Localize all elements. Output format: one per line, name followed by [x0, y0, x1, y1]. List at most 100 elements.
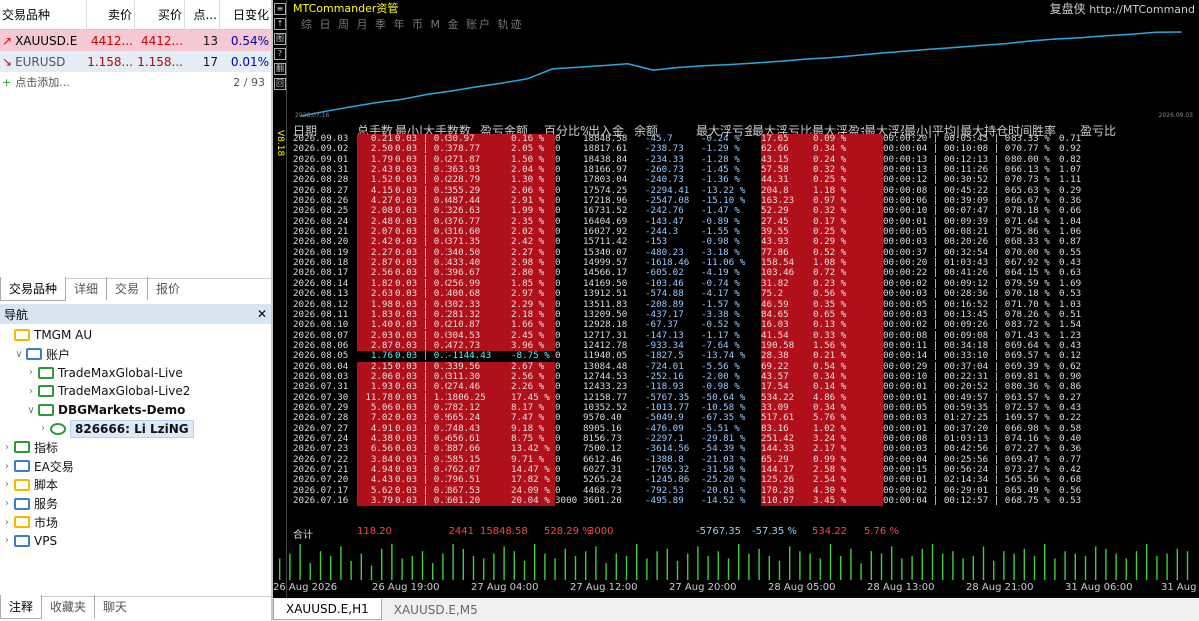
navigator-item[interactable]: › 服务 — [0, 494, 271, 513]
stats-cell: 8905.16 — [583, 423, 622, 434]
expand-arrow-icon[interactable]: › — [0, 498, 14, 509]
tab-symbols[interactable]: 交易品种 — [0, 276, 67, 301]
expand-arrow-icon[interactable]: › — [36, 423, 50, 434]
navigator-item[interactable]: › 指标 — [0, 438, 271, 457]
toolbar-button[interactable]: 图 — [274, 33, 286, 45]
tab-common[interactable]: 注释 — [0, 594, 43, 619]
market-watch-row[interactable]: ↗ XAUUSD.E 4412... 4412... 13 0.54% — [0, 30, 271, 51]
tab-trading[interactable]: 交易 — [107, 277, 149, 300]
stats-cell: 2.04 % — [511, 165, 555, 176]
market-watch-tabs: 交易品种 详细 交易 报价 — [0, 276, 271, 301]
toolbar-button[interactable]: ? — [274, 48, 286, 60]
stats-cell: 363.93 — [447, 165, 511, 176]
navigator-item[interactable]: › 脚本 — [0, 476, 271, 495]
volume-bar — [942, 553, 944, 580]
col-change-header[interactable]: 日变化 — [220, 0, 271, 29]
stats-cell: 0.52 % — [813, 247, 883, 259]
stats-cell: 2.98 % — [511, 258, 555, 269]
volume-bar — [789, 546, 791, 580]
tab-favorites[interactable]: 收藏夹 — [42, 595, 96, 618]
col-bid-header[interactable]: 卖价 — [87, 0, 135, 29]
toolbar-button[interactable]: 回 — [274, 78, 286, 90]
stats-cell: 340.50 — [447, 247, 511, 259]
stats-cell: 0 — [555, 371, 561, 382]
stats-cell: 75.2 — [761, 289, 813, 300]
stats-cell: 0.36 — [1059, 196, 1082, 207]
expand-arrow-icon[interactable]: › — [0, 442, 14, 453]
close-icon[interactable]: ✕ — [257, 307, 267, 321]
stats-cell: 2.15 — [357, 361, 395, 372]
navigator-item[interactable]: TMGM AU — [0, 326, 271, 345]
navigator-item[interactable]: ∨ 账户 — [0, 345, 271, 364]
chart-tab-m5[interactable]: XAUUSD.E,M5 — [382, 600, 490, 620]
volume-bar — [850, 548, 852, 580]
stats-cell: -208.89 — [645, 299, 684, 310]
toolbar-button[interactable]: ≡ — [274, 3, 286, 15]
tab-details[interactable]: 详细 — [66, 277, 108, 300]
stats-row: 2026.07.21 4.940.03 | 0.41 | 101762.0714.… — [293, 465, 1199, 476]
stats-cell: -933.34 — [645, 340, 684, 351]
navigator-item[interactable]: › 826666: Li LziNG — [0, 419, 271, 438]
expand-arrow-icon[interactable]: ∨ — [24, 405, 38, 416]
stats-cell: -67.37 — [645, 320, 679, 331]
expand-arrow-icon[interactable]: › — [0, 535, 14, 546]
navigator-item[interactable]: › TradeMaxGlobal-Live2 — [0, 382, 271, 401]
stats-cell: 2026.07.29 — [293, 402, 349, 413]
stats-cell: 0.68 — [1059, 475, 1082, 486]
expand-arrow-icon[interactable]: › — [0, 479, 14, 490]
equity-point — [576, 66, 579, 69]
expand-arrow-icon[interactable]: › — [24, 386, 38, 397]
navigator-item[interactable]: › EA交易 — [0, 457, 271, 476]
expand-arrow-icon[interactable]: › — [0, 517, 14, 528]
volume-bar — [1135, 551, 1138, 580]
stats-cell: 0 — [555, 309, 561, 320]
toolbar-button[interactable]: 翻 — [274, 63, 286, 75]
stats-cell: 17803.04 — [583, 175, 628, 186]
indicator-icon — [14, 441, 30, 454]
stats-cell: 71.64 % — [1011, 216, 1050, 227]
volume-bar — [891, 546, 893, 580]
stats-cell: 71.70 % — [1011, 299, 1050, 310]
navigator-item[interactable]: › 市场 — [0, 513, 271, 532]
toolbar-button[interactable]: ↑ — [274, 18, 286, 30]
market-watch-row[interactable]: ↘ EURUSD 1.158... 1.158... 17 0.01% — [0, 51, 271, 72]
stats-cell: 2026.08.28 — [293, 175, 349, 186]
stats-cell: 2.50 — [357, 144, 395, 155]
stats-cell: 2026.08.06 — [293, 340, 349, 351]
stats-cell: 0.03 | 0.24 | 113 — [395, 402, 447, 414]
stats-cell: 0.03 | 0.54 | 64 — [395, 185, 447, 197]
stats-cell: -605.02 — [645, 268, 684, 279]
add-symbol-row[interactable]: + 点击添加... 2 / 93 — [0, 72, 271, 92]
stats-cell: 0.35 % — [813, 299, 883, 310]
stats-cell: 83.72 % — [1011, 320, 1050, 331]
navigator-item[interactable]: › VPS — [0, 532, 271, 551]
stats-cell: 00:00:22 | 00:41:26 | 02:44:36 — [883, 268, 1011, 279]
stats-cell: 0 — [555, 423, 561, 434]
chart-tab-h1[interactable]: XAUUSD.E,H1 — [273, 599, 382, 620]
expand-arrow-icon[interactable]: › — [24, 367, 38, 378]
stats-cell: -476.09 — [645, 423, 684, 434]
col-ask-header[interactable]: 买价 — [135, 0, 185, 29]
col-spread-header[interactable]: 点... — [185, 0, 220, 29]
stats-cell: 65.29 — [761, 454, 813, 465]
website-link[interactable]: 复盘侠 http://MTCommand — [1050, 0, 1195, 17]
navigator-item[interactable]: › TradeMaxGlobal-Live — [0, 363, 271, 382]
stats-cell: 17574.25 — [583, 185, 628, 196]
stats-row: 2026.08.06 2.870.03 | 0.24 | 56472.733.96… — [293, 340, 1199, 352]
navigator-item[interactable]: ∨ DBGMarkets-Demo — [0, 401, 271, 420]
stats-cell: 2026.08.07 — [293, 330, 349, 341]
stats-cell: 00:00:08 | 01:03:13 | 07:06:51 — [883, 433, 1011, 444]
col-symbol-header[interactable]: 交易品种 — [0, 0, 87, 29]
stats-cell: 1806.25 — [447, 392, 511, 403]
stats-cell: 2026.08.04 — [293, 361, 349, 372]
stats-cell: 16027.92 — [583, 227, 628, 238]
stats-cell: 0.03 | 0.11 | 66 — [395, 144, 447, 155]
stats-cell: 2026.08.03 — [293, 371, 349, 382]
navigator-item-label: EA交易 — [34, 459, 74, 474]
expand-arrow-icon[interactable]: › — [0, 461, 14, 472]
stats-cell: 2.54 % — [813, 475, 883, 486]
expand-arrow-icon[interactable]: ∨ — [12, 349, 26, 360]
tab-ticks[interactable]: 报价 — [148, 277, 188, 300]
stats-cell: 0.27 — [1059, 392, 1082, 403]
tab-chat[interactable]: 聊天 — [95, 595, 135, 618]
